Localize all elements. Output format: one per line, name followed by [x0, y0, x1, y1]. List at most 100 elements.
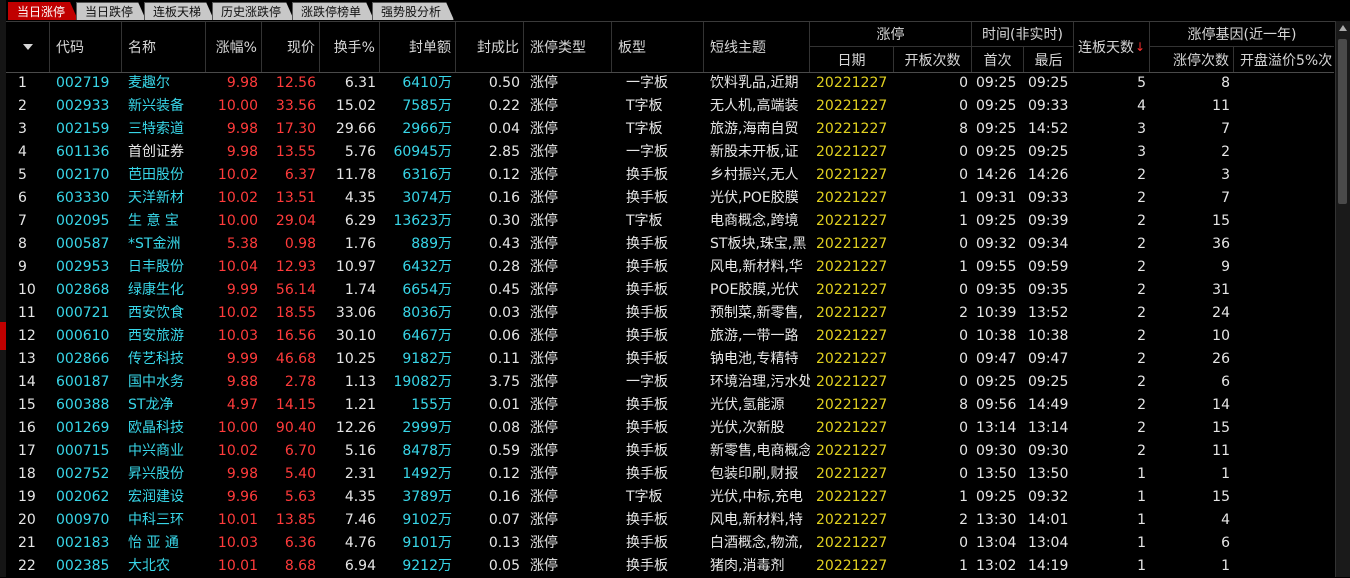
cell-gene: 2: [1221, 144, 1230, 160]
col-code[interactable]: 代码: [50, 22, 122, 72]
cell-date: 20221227: [816, 351, 888, 367]
cell-price: 12.93: [275, 259, 316, 275]
cell-last: 09:39: [1028, 213, 1069, 229]
vertical-scrollbar[interactable]: [1335, 21, 1350, 577]
cell-open: 1: [959, 558, 968, 574]
cell-date: 20221227: [816, 167, 888, 183]
cell-turnover: 1.13: [344, 374, 376, 390]
cell-open: 0: [959, 374, 968, 390]
tab-4[interactable]: 涨跌停榜单: [292, 2, 374, 20]
cell-theme: 新零售,电商概念: [710, 443, 810, 459]
cell-board: 换手板: [626, 397, 668, 413]
cell-price: 29.04: [275, 213, 316, 229]
cell-n: 6: [18, 190, 27, 206]
col-name[interactable]: 名称: [122, 22, 206, 72]
table-row[interactable]: 8 000587 *ST金洲 5.38 0.98 1.76 889万 0.43 涨停 换手板 ST板…: [6, 233, 1334, 256]
table-row[interactable]: 13 002866 传艺科技 9.99 46.68 10.25 9182万 0.11 涨停 换手板…: [6, 348, 1334, 371]
col-theme[interactable]: 短线主题: [704, 22, 810, 72]
col-pct[interactable]: 涨幅%: [206, 22, 262, 72]
cell-price: 33.56: [275, 98, 316, 114]
col-open-count[interactable]: 开板次数: [894, 47, 972, 72]
cell-days: 2: [1137, 190, 1146, 206]
cell-code: 002866: [56, 351, 110, 367]
col-seal[interactable]: 封单额: [380, 22, 456, 72]
cell-name: 传艺科技: [128, 351, 184, 367]
table-row[interactable]: 16 001269 欧晶科技 10.00 90.40 12.26 2999万 0.08 涨停 换手…: [6, 417, 1334, 440]
cell-date: 20221227: [816, 144, 888, 160]
sort-menu-button[interactable]: [6, 22, 50, 72]
table-row[interactable]: 4 601136 首创证券 9.98 13.55 5.76 60945万 2.85 涨停 一字板 新…: [6, 141, 1334, 164]
table-row[interactable]: 22 002385 大北农 10.01 8.68 6.94 9212万 0.05 涨停 换手板 猪肉…: [6, 555, 1334, 578]
col-type[interactable]: 涨停类型: [524, 22, 612, 72]
col-days[interactable]: 连板天数 ↓: [1074, 22, 1150, 72]
cell-theme: 钠电池,专精特: [710, 351, 799, 367]
cell-name: 欧晶科技: [128, 420, 184, 436]
table-row[interactable]: 21 002183 怡 亚 通 10.03 6.36 4.76 9101万 0.13 涨停 换手板…: [6, 532, 1334, 555]
cell-seal: 2966万: [402, 121, 452, 137]
tab-2[interactable]: 连板天梯: [144, 2, 214, 20]
table-row[interactable]: 2 002933 新兴装备 10.00 33.56 15.02 7585万 0.22 涨停 T字板…: [6, 95, 1334, 118]
group-gene: 涨停基因(近一年): [1150, 22, 1334, 47]
col-price[interactable]: 现价: [262, 22, 320, 72]
tab-3[interactable]: 历史涨跌停: [212, 2, 294, 20]
table-row[interactable]: 11 000721 西安饮食 10.02 18.55 33.06 8036万 0.03 涨停 换手…: [6, 302, 1334, 325]
table-row[interactable]: 9 002953 日丰股份 10.04 12.93 10.97 6432万 0.28 涨停 换手板…: [6, 256, 1334, 279]
cell-board: 换手板: [626, 558, 668, 574]
table-row[interactable]: 14 600187 国中水务 9.88 2.78 1.13 19082万 3.75 涨停 一字板 环…: [6, 371, 1334, 394]
table-row[interactable]: 6 603330 天洋新材 10.02 13.51 4.35 3074万 0.16 涨停 换手板 光…: [6, 187, 1334, 210]
table-row[interactable]: 3 002159 三特索道 9.98 17.30 29.66 2966万 0.04 涨停 T字板 旅…: [6, 118, 1334, 141]
table-row[interactable]: 5 002170 芭田股份 10.02 6.37 11.78 6316万 0.12 涨停 换手板 乡…: [6, 164, 1334, 187]
tab-0[interactable]: 当日涨停: [8, 2, 78, 20]
cell-seal: 9182万: [402, 351, 452, 367]
cell-days: 2: [1137, 420, 1146, 436]
cell-first: 13:02: [976, 558, 1017, 574]
cell-pct: 10.04: [217, 259, 258, 275]
cell-name: 怡 亚 通: [128, 535, 179, 551]
cell-ratio: 0.16: [488, 489, 520, 505]
col-date[interactable]: 日期: [810, 47, 894, 72]
cell-n: 11: [18, 305, 36, 321]
col-gene-open[interactable]: 开盘溢价5%次: [1234, 47, 1334, 72]
cell-days: 2: [1137, 443, 1146, 459]
cell-price: 6.36: [284, 535, 316, 551]
table-row[interactable]: 17 000715 中兴商业 10.02 6.70 5.16 8478万 0.59 涨停 换手板 新…: [6, 440, 1334, 463]
table-header: 代码 名称 涨幅% 现价 换手% 封单额 封成比 涨停类型 板型 短线主题 涨停…: [6, 22, 1334, 73]
scroll-up-icon[interactable]: [1339, 25, 1347, 31]
cell-ratio: 0.30: [488, 213, 520, 229]
table-row[interactable]: 19 002062 宏润建设 9.96 5.63 4.35 3789万 0.16 涨停 T字板 光伏…: [6, 486, 1334, 509]
table-row[interactable]: 18 002752 昇兴股份 9.98 5.40 2.31 1492万 0.12 涨停 换手板 包装…: [6, 463, 1334, 486]
cell-first: 09:55: [976, 259, 1017, 275]
table-row[interactable]: 20 000970 中科三环 10.01 13.85 7.46 9102万 0.07 涨停 换手板…: [6, 509, 1334, 532]
cell-turnover: 10.25: [335, 351, 376, 367]
table-row[interactable]: 12 000610 西安旅游 10.03 16.56 30.10 6467万 0.06 涨停 换手…: [6, 325, 1334, 348]
tab-1[interactable]: 当日跌停: [76, 2, 146, 20]
cell-days: 1: [1137, 535, 1146, 551]
col-first-time[interactable]: 首次: [972, 47, 1024, 72]
cell-type: 涨停: [530, 466, 558, 482]
cell-ratio: 0.50: [488, 75, 520, 91]
col-last-time[interactable]: 最后: [1024, 47, 1074, 72]
col-turnover[interactable]: 换手%: [320, 22, 380, 72]
tab-5[interactable]: 强势股分析: [372, 2, 454, 20]
cell-first: 09:25: [976, 121, 1017, 137]
cell-board: 换手板: [626, 282, 668, 298]
table-row[interactable]: 7 002095 生 意 宝 10.00 29.04 6.29 13623万 0.30 涨停 T字…: [6, 210, 1334, 233]
scroll-thumb[interactable]: [1338, 39, 1347, 204]
col-board[interactable]: 板型: [612, 22, 704, 72]
table-row[interactable]: 10 002868 绿康生化 9.99 56.14 1.74 6654万 0.45 涨停 换手板 P…: [6, 279, 1334, 302]
cell-price: 5.40: [284, 466, 316, 482]
cell-theme: 风电,新材料,华: [710, 259, 803, 275]
cell-board: 一字板: [626, 75, 668, 91]
col-ratio[interactable]: 封成比: [456, 22, 524, 72]
col-gene-count[interactable]: 涨停次数: [1150, 47, 1234, 72]
cell-board: 一字板: [626, 374, 668, 390]
cell-last: 14:01: [1028, 512, 1069, 528]
cell-name: 生 意 宝: [128, 213, 179, 229]
table-row[interactable]: 1 002719 麦趣尔 9.98 12.56 6.31 6410万 0.50 涨停 一字板 饮料乳…: [6, 72, 1334, 95]
table-row[interactable]: 15 600388 ST龙净 4.97 14.15 1.21 155万 0.01 涨停 换手板 光伏…: [6, 394, 1334, 417]
cell-name: 昇兴股份: [128, 466, 184, 482]
cell-date: 20221227: [816, 374, 888, 390]
cell-last: 14:52: [1028, 121, 1069, 137]
cell-ratio: 0.04: [488, 121, 520, 137]
cell-turnover: 1.21: [344, 397, 376, 413]
